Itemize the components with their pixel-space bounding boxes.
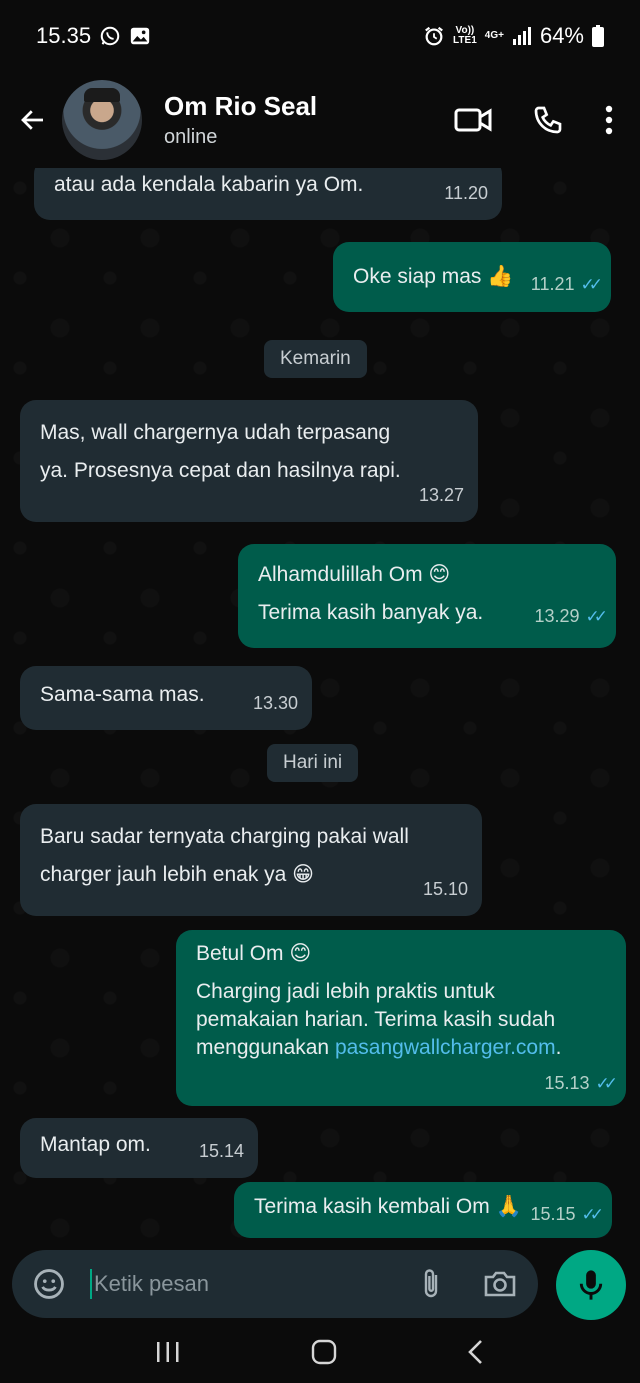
message-composer: Ketik pesan bbox=[12, 1250, 538, 1318]
message-incoming[interactable]: Baru sadar ternyata charging pakai wall … bbox=[20, 804, 482, 916]
system-navigation-bar bbox=[0, 1320, 640, 1383]
voice-message-button[interactable] bbox=[556, 1250, 626, 1320]
home-icon[interactable] bbox=[311, 1339, 337, 1365]
message-time: 15.13 bbox=[544, 1073, 590, 1093]
message-outgoing[interactable]: Oke siap mas 👍 11.21 ✓✓ bbox=[333, 242, 611, 312]
message-time: 13.29 bbox=[534, 606, 580, 626]
signal-icon bbox=[512, 27, 532, 45]
battery-icon bbox=[592, 25, 604, 47]
camera-icon[interactable] bbox=[482, 1269, 518, 1299]
read-receipt-icon: ✓✓ bbox=[580, 275, 603, 294]
phone-call-icon[interactable] bbox=[532, 104, 564, 136]
message-time: 13.30 bbox=[252, 693, 298, 713]
back-icon[interactable] bbox=[467, 1339, 485, 1365]
status-bar: 15.35 Vo)) LTE1 4G+ 64% bbox=[0, 0, 640, 72]
alarm-icon bbox=[423, 25, 445, 47]
message-time: 11.21 bbox=[530, 274, 575, 294]
message-incoming[interactable]: Mas, wall chargernya udah terpasang ya. … bbox=[20, 400, 478, 522]
video-call-icon[interactable] bbox=[454, 105, 492, 135]
message-outgoing[interactable]: Betul Om 😊 Charging jadi lebih praktis u… bbox=[176, 930, 626, 1106]
chat-header: Om Rio Seal online bbox=[0, 72, 640, 168]
date-separator: Hari ini bbox=[267, 744, 359, 782]
website-link[interactable]: pasangwallcharger.com bbox=[335, 1036, 556, 1059]
message-time: 11.20 bbox=[444, 183, 488, 203]
more-options-icon[interactable] bbox=[604, 104, 614, 136]
message-time: 15.10 bbox=[422, 879, 468, 899]
contact-name: Om Rio Seal bbox=[164, 91, 318, 121]
message-incoming[interactable]: atau ada kendala kabarin ya Om. 11.20 bbox=[34, 168, 502, 220]
message-time: 13.27 bbox=[418, 485, 464, 505]
whatsapp-icon bbox=[99, 25, 121, 47]
network-type: 4G+ bbox=[484, 30, 504, 41]
gallery-icon bbox=[129, 25, 151, 47]
back-arrow-icon[interactable] bbox=[18, 105, 48, 135]
message-outgoing[interactable]: Alhamdulillah Om 😊 Terima kasih banyak y… bbox=[238, 544, 616, 648]
read-receipt-icon: ✓✓ bbox=[581, 1205, 604, 1224]
volte-indicator: Vo)) LTE1 bbox=[453, 25, 477, 46]
emoji-icon[interactable] bbox=[32, 1267, 66, 1301]
read-receipt-icon: ✓✓ bbox=[595, 1074, 618, 1093]
read-receipt-icon: ✓✓ bbox=[585, 607, 608, 626]
contact-status: online bbox=[164, 126, 218, 148]
message-outgoing[interactable]: Terima kasih kembali Om 🙏 15.15 ✓✓ bbox=[234, 1182, 612, 1238]
message-incoming[interactable]: Sama-sama mas. 13.30 bbox=[20, 666, 312, 730]
clock: 15.35 bbox=[36, 23, 92, 48]
contact-info[interactable]: Om Rio Seal online bbox=[164, 91, 454, 149]
microphone-icon bbox=[576, 1268, 606, 1302]
avatar[interactable] bbox=[62, 80, 142, 160]
message-time: 15.15 bbox=[530, 1204, 576, 1224]
battery-percent: 64% bbox=[539, 23, 584, 48]
recent-apps-icon[interactable] bbox=[155, 1340, 181, 1364]
date-separator: Kemarin bbox=[264, 340, 367, 378]
message-incoming[interactable]: Mantap om. 15.14 bbox=[20, 1118, 258, 1178]
attach-icon[interactable] bbox=[420, 1267, 442, 1301]
message-time: 15.14 bbox=[198, 1141, 244, 1161]
message-list[interactable]: atau ada kendala kabarin ya Om. 11.20 Ok… bbox=[0, 168, 640, 1248]
message-input[interactable]: Ketik pesan bbox=[90, 1269, 420, 1299]
